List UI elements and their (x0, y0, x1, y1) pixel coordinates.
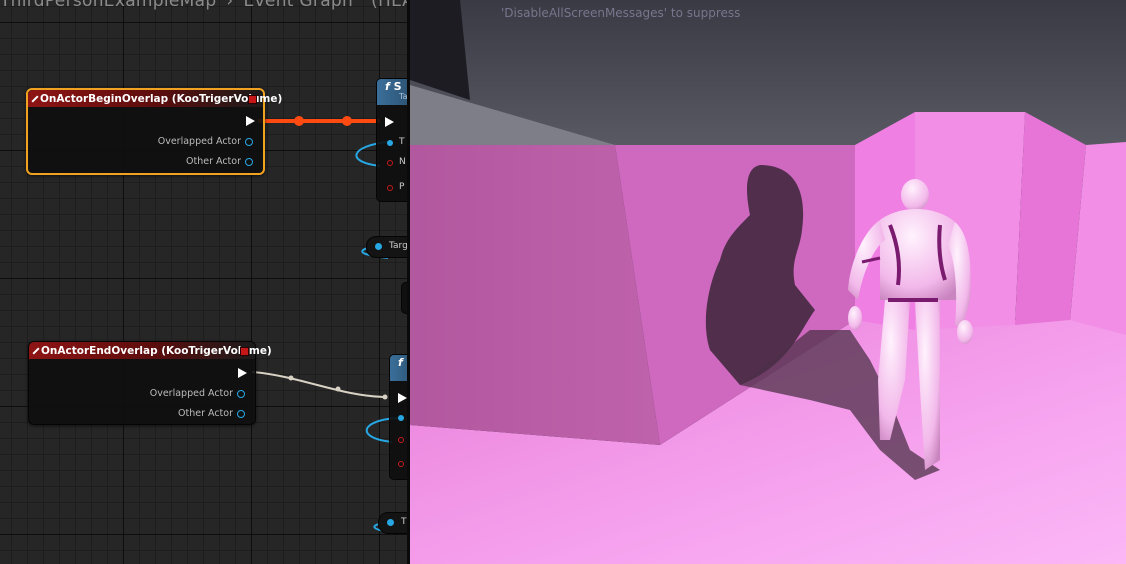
pin-label: Overlapped Actor (157, 136, 241, 147)
pin-overlapped-actor[interactable]: Overlapped Actor (158, 136, 253, 147)
function-node-title: f (398, 356, 403, 369)
pin-other-actor[interactable]: Other Actor (178, 408, 245, 419)
target-variable-node[interactable]: Targ (366, 236, 407, 258)
object-pin-icon[interactable] (387, 140, 393, 146)
breadcrumb-level[interactable]: ThirdPersonExampleMap (0, 0, 216, 11)
object-pin-icon[interactable] (245, 157, 253, 166)
reroute-knot (342, 116, 352, 126)
pin-label: Other Actor (186, 156, 241, 167)
breadcrumb-status: (HEAD (371, 0, 407, 11)
pin-label: T (399, 137, 405, 147)
pin-label: Other Actor (178, 408, 233, 419)
object-pin-icon[interactable] (245, 137, 253, 146)
delegate-pin-icon[interactable] (248, 95, 257, 104)
reroute-knot (288, 375, 294, 381)
exec-wire-end (251, 371, 386, 398)
pin-overlapped-actor[interactable]: Overlapped Actor (150, 388, 245, 399)
exec-input-pin[interactable] (398, 393, 407, 403)
object-pin-icon[interactable] (398, 415, 404, 421)
pin-label: N (399, 157, 406, 167)
delegate-pin-icon[interactable] (240, 347, 249, 356)
graph-wires (251, 116, 401, 534)
event-icon (32, 346, 40, 355)
name-pin-icon[interactable] (387, 185, 393, 191)
object-pin-icon[interactable] (237, 409, 245, 418)
event-node-header: OnActorEndOverlap (KooTrigerVolume) (29, 342, 272, 359)
name-pin-icon[interactable] (398, 437, 404, 443)
variable-label: Targ (389, 241, 407, 251)
function-node-header: f S Ta (377, 79, 407, 105)
breadcrumb-separator: › (226, 0, 234, 11)
function-node-subtitle: Ta (399, 92, 407, 101)
event-node-title: OnActorBeginOverlap (KooTrigerVolume) (40, 92, 283, 105)
blueprint-graph[interactable]: ThirdPersonExampleMap › Event Graph (HEAD O… (0, 0, 407, 564)
reroute-knot (294, 116, 304, 126)
scene-render (410, 0, 1126, 564)
event-node-begin-overlap[interactable]: OnActorBeginOverlap (KooTrigerVolume) Ov… (26, 88, 282, 175)
onscreen-debug-message: 'DisableAllScreenMessages' to suppress (501, 6, 741, 20)
object-pin-icon[interactable] (375, 243, 382, 250)
game-viewport[interactable]: 'DisableAllScreenMessages' to suppress (410, 0, 1126, 564)
breadcrumb: ThirdPersonExampleMap › Event Graph (HEAD (0, 0, 407, 11)
function-node-header: f (390, 355, 407, 381)
function-node-2[interactable]: f (389, 354, 407, 480)
variable-label: T (401, 517, 407, 527)
event-node-title: OnActorEndOverlap (KooTrigerVolume) (41, 344, 272, 357)
name-pin-icon[interactable] (387, 160, 393, 166)
object-pin-icon[interactable] (237, 389, 245, 398)
event-node-header: OnActorBeginOverlap (KooTrigerVolume) (28, 90, 282, 107)
exec-input-pin[interactable] (385, 117, 394, 127)
name-pin-icon[interactable] (398, 461, 404, 467)
exec-output-pin[interactable] (238, 368, 247, 378)
function-icon: f (398, 356, 403, 369)
object-pin-icon[interactable] (387, 519, 394, 526)
breadcrumb-graph[interactable]: Event Graph (244, 0, 354, 11)
reroute-knot (335, 386, 341, 392)
pin-label: Overlapped Actor (149, 388, 233, 399)
event-icon (31, 94, 39, 103)
pin-other-actor[interactable]: Other Actor (186, 156, 253, 167)
target-variable-node[interactable]: T (378, 512, 407, 534)
function-icon: f (385, 80, 390, 93)
reroute-knot (382, 394, 388, 400)
exec-output-pin[interactable] (246, 116, 255, 126)
function-node-1[interactable]: f S Ta T N P (376, 78, 407, 202)
pin-label: P (399, 182, 405, 192)
event-node-end-overlap[interactable]: OnActorEndOverlap (KooTrigerVolume) Over… (28, 341, 272, 425)
